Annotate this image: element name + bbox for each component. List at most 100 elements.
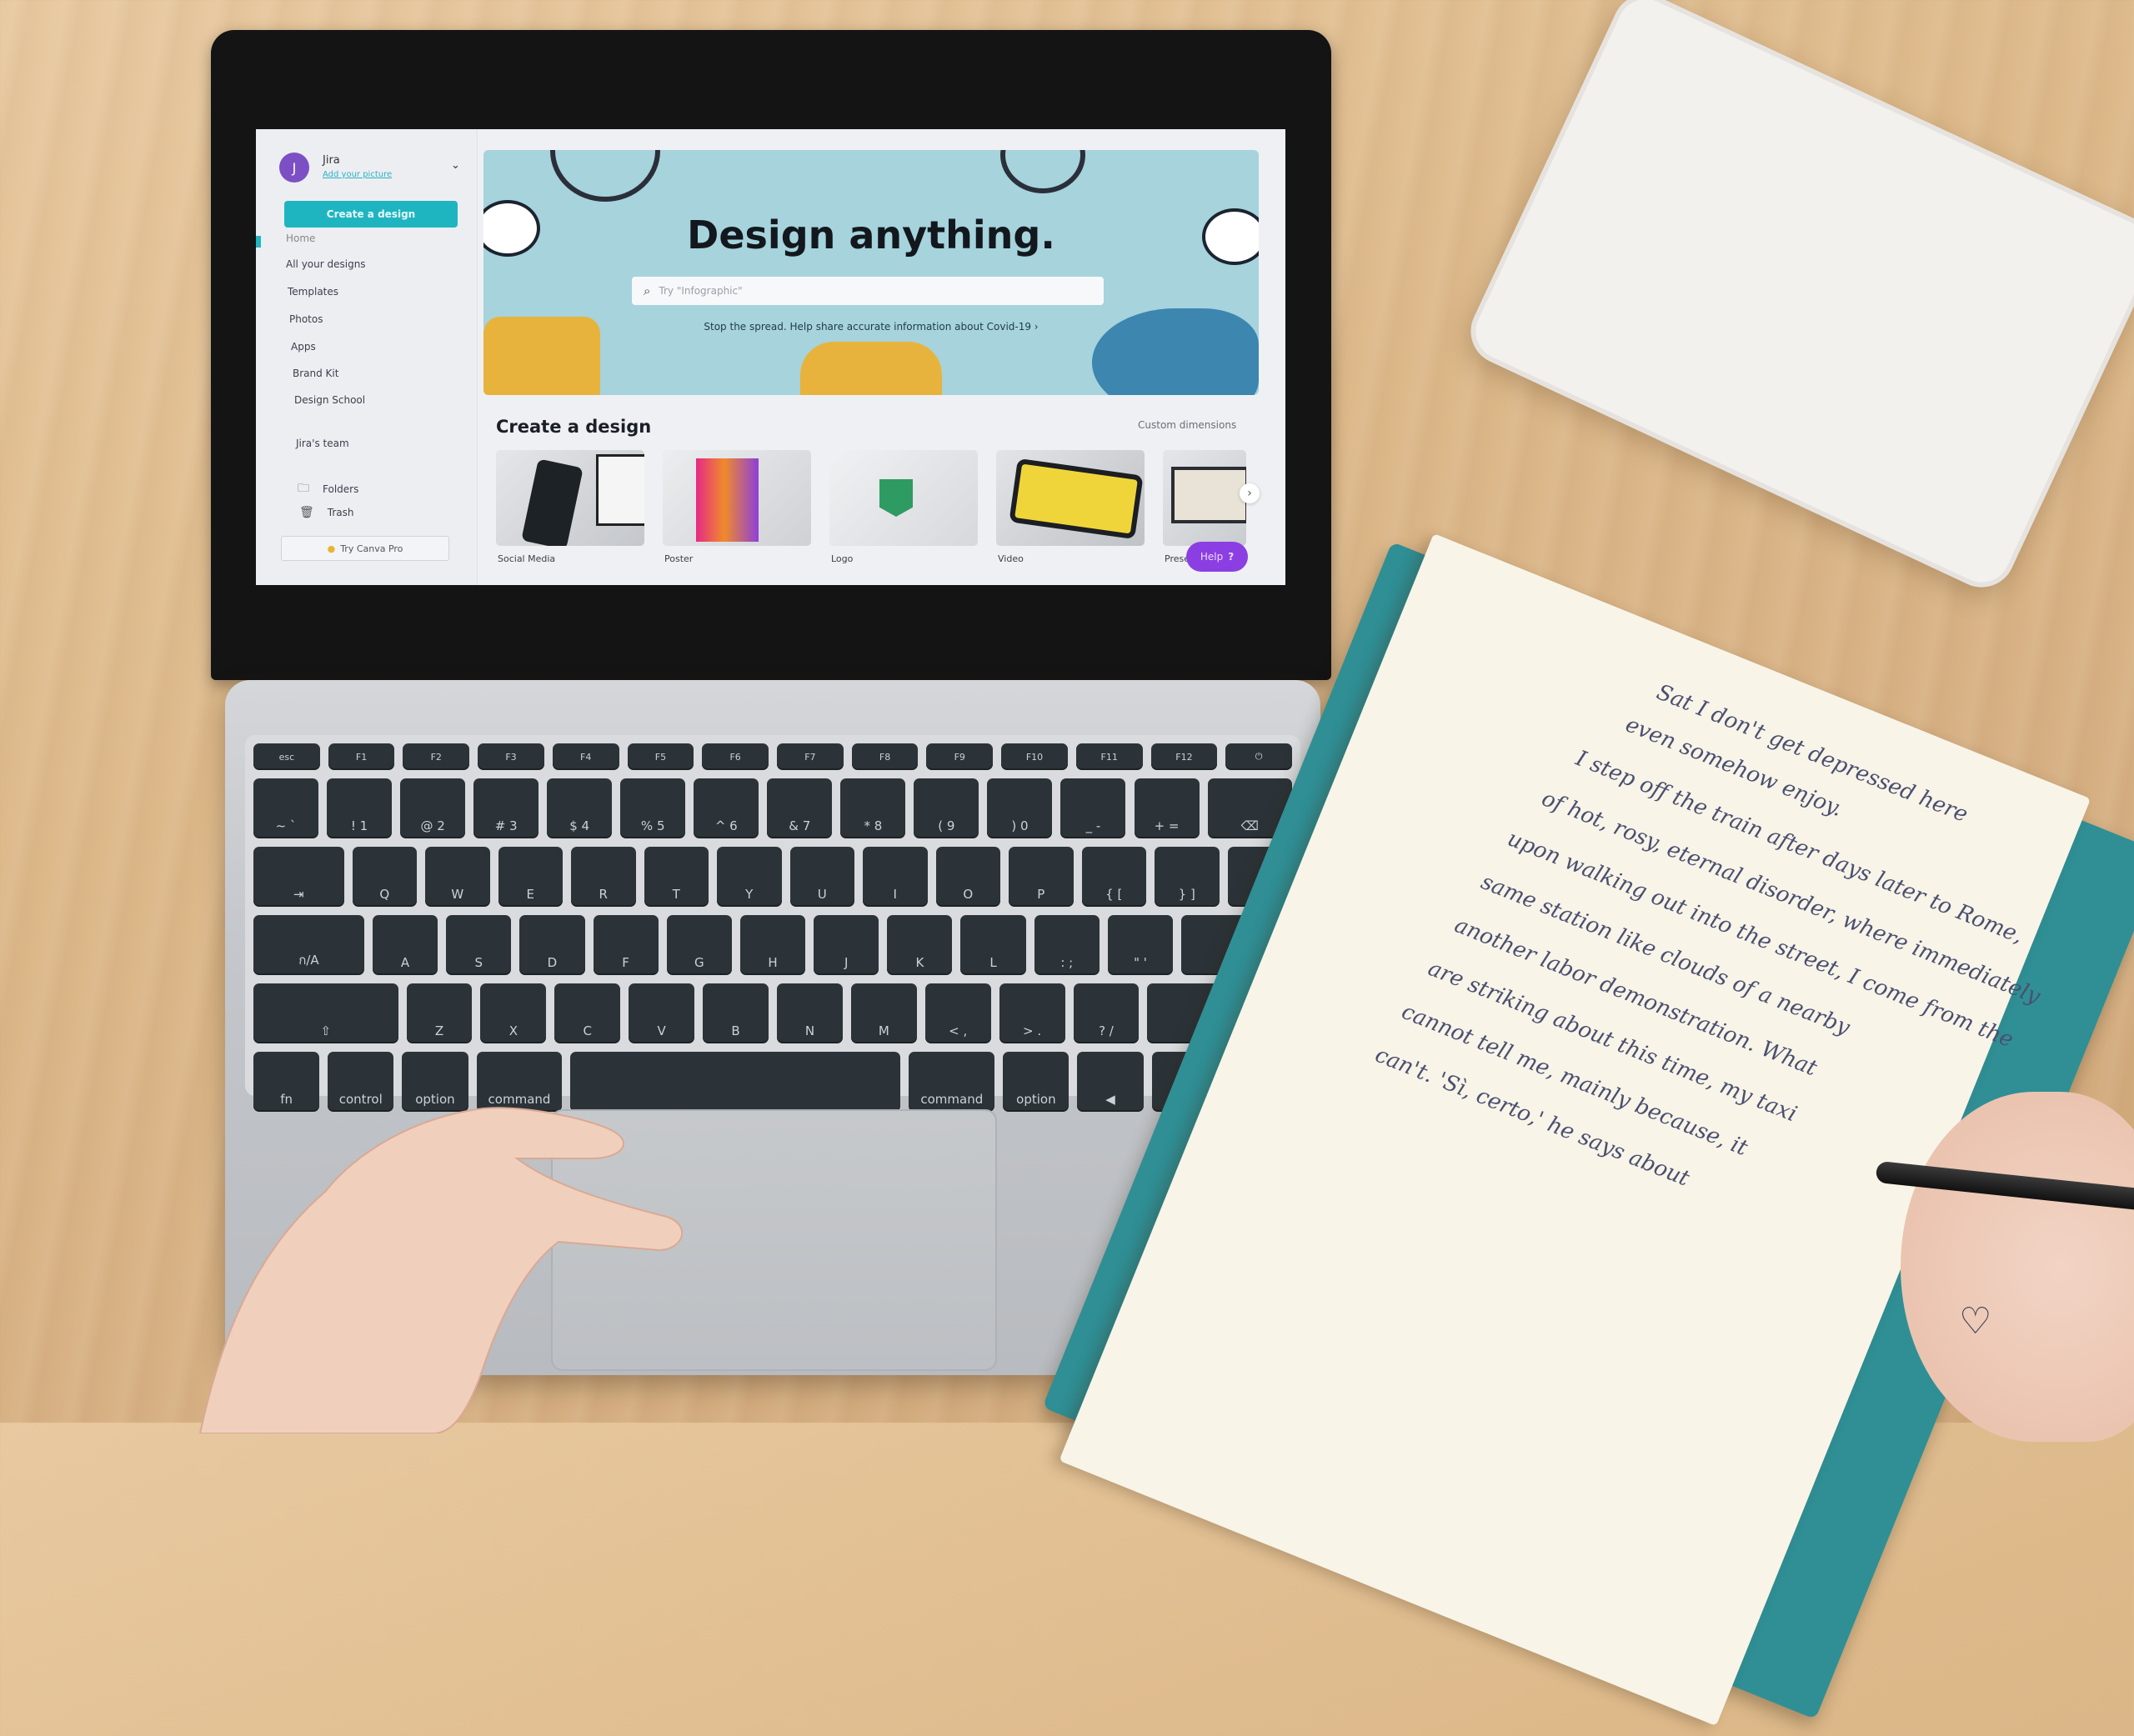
stethoscope-illustration: [1000, 150, 1085, 193]
key-:-;[interactable]: : ;: [1034, 915, 1100, 975]
key-i[interactable]: I: [863, 847, 928, 907]
card-label-logo: Logo: [831, 553, 854, 564]
key-y[interactable]: Y: [717, 847, 782, 907]
avatar-initial: J: [292, 159, 297, 176]
key-p[interactable]: P: [1009, 847, 1074, 907]
key-o[interactable]: O: [935, 847, 1000, 907]
design-card-social-media[interactable]: [496, 450, 644, 546]
help-label: Help: [1200, 551, 1224, 563]
key-option[interactable]: option: [1003, 1052, 1070, 1112]
trash-label: Trash: [327, 507, 354, 518]
custom-dimensions-link[interactable]: Custom dimensions: [1138, 419, 1236, 431]
key-t[interactable]: T: [644, 847, 709, 907]
key-j[interactable]: J: [814, 915, 879, 975]
key-f1[interactable]: F1: [328, 743, 395, 770]
key-$-4[interactable]: $ 4: [547, 778, 613, 838]
key-@-2[interactable]: @ 2: [400, 778, 466, 838]
key-k[interactable]: K: [887, 915, 953, 975]
key-~-`[interactable]: ~ `: [253, 778, 319, 838]
create-design-button[interactable]: Create a design: [284, 201, 458, 228]
design-card-logo[interactable]: [829, 450, 978, 546]
hero-banner: Design anything. ⌕ Try "Infographic" Sto…: [483, 150, 1259, 395]
key-+-=[interactable]: + =: [1134, 778, 1200, 838]
key-e[interactable]: E: [498, 847, 563, 907]
key-f4[interactable]: F4: [552, 743, 619, 770]
help-button[interactable]: Help ?: [1186, 542, 1248, 572]
left-hand: [198, 1107, 684, 1433]
key-f5[interactable]: F5: [627, 743, 694, 770]
key-f6[interactable]: F6: [702, 743, 769, 770]
sidebar-item-home[interactable]: Home: [286, 233, 315, 244]
crown-icon: ●: [327, 543, 336, 554]
key-#-3[interactable]: # 3: [473, 778, 539, 838]
search-placeholder: Try "Infographic": [659, 285, 743, 297]
key-f2[interactable]: F2: [403, 743, 470, 770]
key-?-/[interactable]: ? /: [1073, 983, 1140, 1043]
key-n[interactable]: N: [777, 983, 843, 1043]
key-)-0[interactable]: ) 0: [987, 778, 1053, 838]
user-name: Jira: [323, 154, 340, 167]
key-f8[interactable]: F8: [851, 743, 919, 770]
add-picture-link[interactable]: Add your picture: [323, 170, 392, 179]
key-l[interactable]: L: [960, 915, 1026, 975]
key-f9[interactable]: F9: [926, 743, 994, 770]
sidebar-item-all-designs[interactable]: All your designs: [286, 258, 366, 270]
key-(-9[interactable]: ( 9: [914, 778, 979, 838]
key-b[interactable]: B: [703, 983, 769, 1043]
key-u[interactable]: U: [789, 847, 854, 907]
key-r[interactable]: R: [571, 847, 636, 907]
design-card-video[interactable]: [996, 450, 1145, 546]
key->-.[interactable]: > .: [999, 983, 1065, 1043]
sidebar-item-photos[interactable]: Photos: [289, 313, 323, 325]
key-^-6[interactable]: ^ 6: [694, 778, 759, 838]
covid-info-link[interactable]: Stop the spread. Help share accurate inf…: [483, 321, 1259, 333]
key-⇥[interactable]: ⇥: [253, 847, 344, 907]
hero-title: Design anything.: [687, 213, 1055, 258]
key-{-[[interactable]: { [: [1081, 847, 1146, 907]
try-canva-pro-button[interactable]: ● Try Canva Pro: [281, 536, 449, 561]
key-w[interactable]: W: [425, 847, 490, 907]
key-!-1[interactable]: ! 1: [327, 778, 393, 838]
avatar[interactable]: J: [279, 153, 309, 183]
key-f11[interactable]: F11: [1075, 743, 1143, 770]
active-indicator: [256, 236, 261, 248]
key-q[interactable]: Q: [352, 847, 417, 907]
design-card-presentation[interactable]: [1163, 450, 1246, 546]
key-&-7[interactable]: & 7: [767, 778, 833, 838]
key-f7[interactable]: F7: [777, 743, 844, 770]
sidebar-item-apps[interactable]: Apps: [291, 341, 316, 353]
sidebar-item-templates[interactable]: Templates: [288, 286, 338, 298]
key-<-,[interactable]: < ,: [924, 983, 991, 1043]
folder-icon: 🗀: [298, 482, 309, 495]
sidebar-item-folders[interactable]: 🗀 Folders: [298, 479, 358, 499]
sidebar-item-trash[interactable]: 🗑 Trash: [299, 506, 354, 519]
logo-thumbnail: [879, 479, 913, 517]
key-%-5[interactable]: % 5: [620, 778, 686, 838]
design-card-poster[interactable]: [663, 450, 811, 546]
key-"-'[interactable]: " ': [1107, 915, 1174, 975]
key-f10[interactable]: F10: [1001, 743, 1068, 770]
key-◀[interactable]: ◀: [1077, 1052, 1144, 1112]
key-m[interactable]: M: [850, 983, 917, 1043]
sidebar-item-brand-kit[interactable]: Brand Kit: [293, 368, 338, 379]
key-⏻[interactable]: ⏻: [1225, 743, 1292, 770]
key-_--[interactable]: _ -: [1060, 778, 1126, 838]
card-label-social-media: Social Media: [498, 553, 556, 564]
key-*-8[interactable]: * 8: [840, 778, 906, 838]
create-design-heading: Create a design: [496, 417, 652, 437]
key-h[interactable]: H: [739, 915, 806, 975]
carousel-next-button[interactable]: ›: [1240, 483, 1260, 503]
sidebar-item-team[interactable]: Jira's team: [296, 438, 349, 449]
card-label-video: Video: [998, 553, 1024, 564]
chevron-down-icon[interactable]: ⌄: [451, 159, 460, 172]
key-f12[interactable]: F12: [1150, 743, 1218, 770]
template-search-input[interactable]: ⌕ Try "Infographic": [632, 277, 1104, 305]
phone-thumbnail: [521, 458, 584, 546]
folders-label: Folders: [323, 483, 359, 495]
key-esc[interactable]: esc: [253, 743, 320, 770]
key-}-][interactable]: } ]: [1155, 847, 1220, 907]
key-f3[interactable]: F3: [478, 743, 544, 770]
hand-shape: [198, 1107, 684, 1433]
key-command[interactable]: command: [909, 1052, 995, 1112]
sidebar-item-design-school[interactable]: Design School: [294, 394, 365, 406]
